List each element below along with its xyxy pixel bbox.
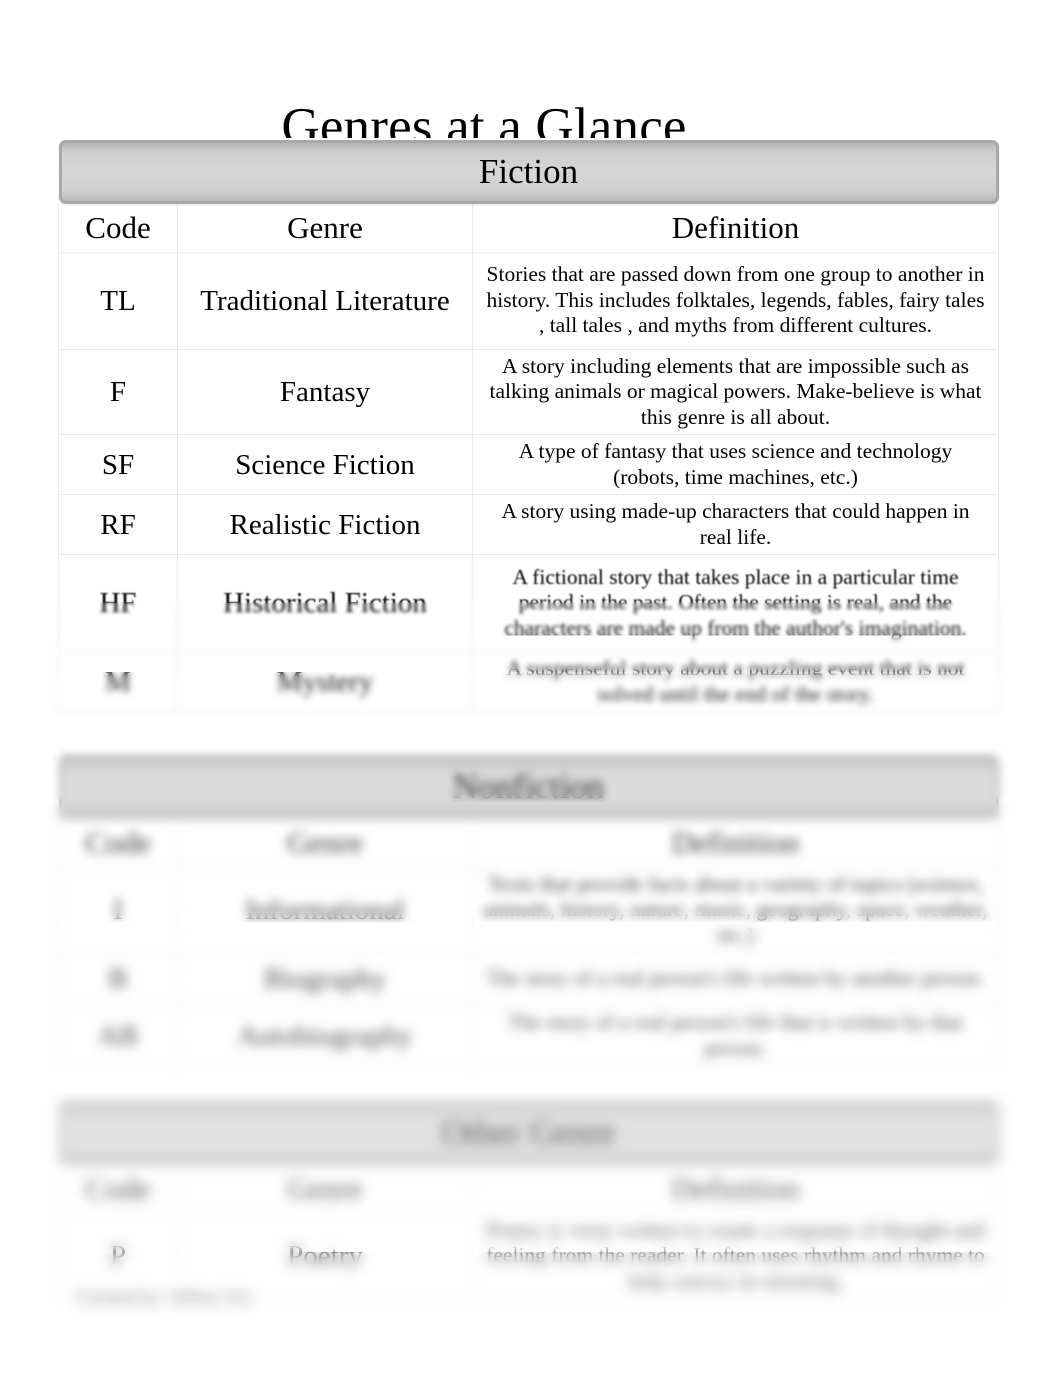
fiction-genre-table: Fiction Code Genre Definition TL Traditi… bbox=[58, 138, 999, 712]
table-row: RF Realistic Fiction A story using made-… bbox=[58, 494, 999, 555]
column-header-row: Code Genre Definition bbox=[58, 819, 999, 868]
genre-definition: A story including elements that are impo… bbox=[472, 348, 999, 435]
genre-name: Historical Fiction bbox=[177, 554, 473, 652]
section-banner-row: Other Genre bbox=[58, 1099, 999, 1165]
table-row: HF Historical Fiction A fictional story … bbox=[58, 554, 999, 652]
document-page: Genres at a Glance Fiction Code Genre De… bbox=[0, 0, 1062, 1377]
table-row: TL Traditional Literature Stories that a… bbox=[58, 251, 999, 350]
other-genre-table: Other Genre Code Genre Definition P Poet… bbox=[58, 1099, 999, 1299]
table-row: F Fantasy A story including elements tha… bbox=[58, 348, 999, 435]
section-banner-row: Nonfiction bbox=[58, 753, 999, 819]
column-header-genre: Genre bbox=[177, 819, 473, 868]
banner-cell: Fiction bbox=[58, 138, 999, 204]
genre-definition: The story of a real person's life writte… bbox=[472, 952, 999, 1006]
genre-definition: A type of fantasy that uses science and … bbox=[472, 434, 999, 495]
other-genre-banner: Other Genre bbox=[58, 1101, 999, 1165]
genre-code: F bbox=[58, 348, 178, 435]
fiction-banner: Fiction bbox=[58, 140, 999, 204]
genre-name: Mystery bbox=[177, 651, 473, 712]
table-row: AB Autobiography The story of a real per… bbox=[58, 1005, 999, 1066]
banner-cell: Other Genre bbox=[58, 1099, 999, 1165]
genre-code: TL bbox=[58, 251, 178, 350]
column-header-definition: Definition bbox=[472, 1165, 999, 1214]
column-header-genre: Genre bbox=[177, 1165, 473, 1214]
genre-name: Realistic Fiction bbox=[177, 494, 473, 555]
genre-definition: The story of a real person's life that i… bbox=[472, 1005, 999, 1066]
nonfiction-genre-table: Nonfiction Code Genre Definition I Infor… bbox=[58, 753, 999, 1066]
table-row: B Biography The story of a real person's… bbox=[58, 952, 999, 1006]
genre-definition: Stories that are passed down from one gr… bbox=[472, 251, 999, 350]
section-banner-row: Fiction bbox=[58, 138, 999, 204]
column-header-code: Code bbox=[58, 819, 178, 868]
genre-code: RF bbox=[58, 494, 178, 555]
genre-definition: A story using made-up characters that co… bbox=[472, 494, 999, 555]
genre-code: HF bbox=[58, 554, 178, 652]
banner-cell: Nonfiction bbox=[58, 753, 999, 819]
column-header-code: Code bbox=[58, 1165, 178, 1214]
genre-code: I bbox=[58, 866, 178, 953]
genre-name: Traditional Literature bbox=[177, 251, 473, 350]
table-row: SF Science Fiction A type of fantasy tha… bbox=[58, 434, 999, 495]
genre-definition: Poetry is verse written to create a resp… bbox=[472, 1212, 999, 1299]
genre-definition: A suspenseful story about a puzzling eve… bbox=[472, 651, 999, 712]
genre-definition: Texts that provide facts about a variety… bbox=[472, 866, 999, 953]
table-row: I Informational Texts that provide facts… bbox=[58, 866, 999, 953]
other-genre-banner-label: Other Genre bbox=[441, 1113, 616, 1152]
column-header-row: Code Genre Definition bbox=[58, 204, 999, 253]
nonfiction-banner-label: Nonfiction bbox=[452, 767, 605, 806]
genre-code: B bbox=[58, 952, 178, 1006]
column-header-row: Code Genre Definition bbox=[58, 1165, 999, 1214]
fiction-banner-label: Fiction bbox=[478, 152, 579, 191]
column-header-definition: Definition bbox=[472, 819, 999, 868]
genre-definition: A fictional story that takes place in a … bbox=[472, 554, 999, 652]
genre-name: Biography bbox=[177, 952, 473, 1006]
genre-code: SF bbox=[58, 434, 178, 495]
nonfiction-banner: Nonfiction bbox=[58, 755, 999, 819]
genre-name: Autobiography bbox=[177, 1005, 473, 1066]
genre-code: AB bbox=[58, 1005, 178, 1066]
genre-name: Science Fiction bbox=[177, 434, 473, 495]
genre-name: Fantasy bbox=[177, 348, 473, 435]
author-credit: Created by: Jeffrey Fry bbox=[76, 1287, 253, 1308]
table-row: M Mystery A suspenseful story about a pu… bbox=[58, 651, 999, 712]
column-header-code: Code bbox=[58, 204, 178, 253]
column-header-genre: Genre bbox=[177, 204, 473, 253]
genre-code: M bbox=[58, 651, 178, 712]
column-header-definition: Definition bbox=[472, 204, 999, 253]
genre-name: Informational bbox=[177, 866, 473, 953]
